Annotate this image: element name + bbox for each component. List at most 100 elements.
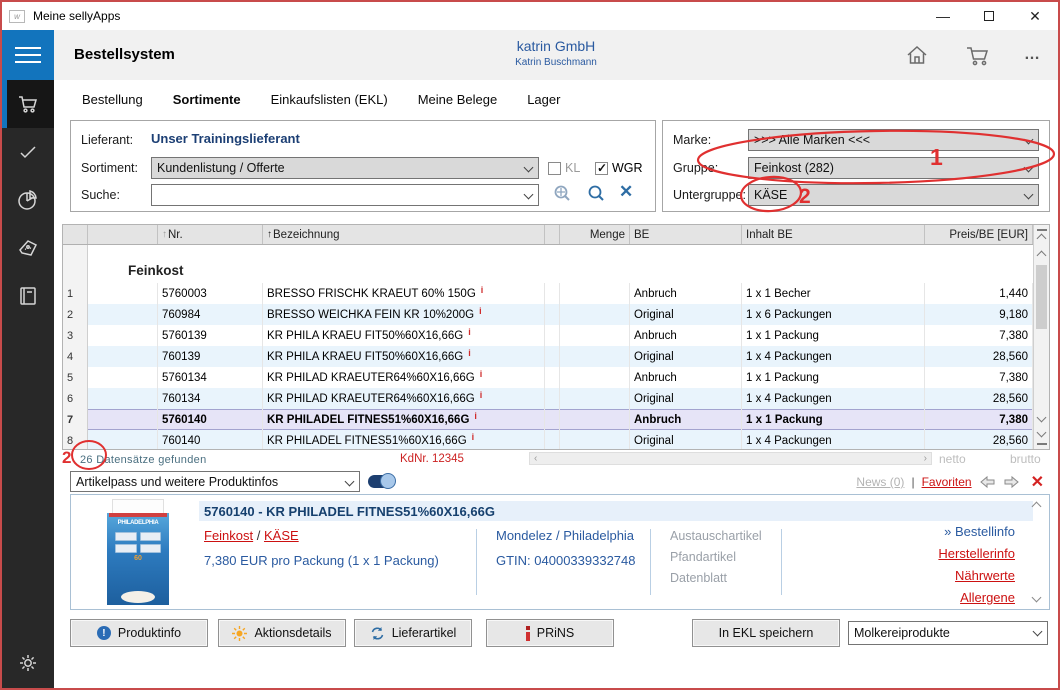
cell-preis[interactable]: 1,440 — [925, 283, 1033, 304]
aktionsdetails-button[interactable]: Aktionsdetails — [218, 619, 346, 647]
cell-preis[interactable]: 28,560 — [925, 430, 1033, 450]
kl-checkbox-box[interactable] — [548, 162, 561, 175]
cell-nr[interactable]: 5760003 — [158, 283, 263, 304]
cell-bezeichnung[interactable]: KR PHILADEL FITNES51%60X16,66Gi — [263, 430, 545, 450]
cell-be[interactable]: Anbruch — [630, 325, 742, 346]
tab-meine-belege[interactable]: Meine Belege — [418, 92, 498, 107]
marke-select[interactable]: >>> Alle Marken <<< — [748, 129, 1039, 151]
cell-bezeichnung[interactable]: KR PHILADEL FITNES51%60X16,66Gi — [263, 409, 545, 430]
tab-einkaufslisten-ekl-[interactable]: Einkaufslisten (EKL) — [271, 92, 388, 107]
scroll-up-icon[interactable] — [1037, 234, 1047, 244]
cell-index[interactable]: 6 — [63, 388, 88, 409]
scroll-down-icon[interactable] — [1037, 413, 1047, 423]
cell-inhalt[interactable]: 1 x 1 Packung — [742, 367, 925, 388]
detail-scroll-down-icon[interactable] — [1032, 593, 1042, 603]
group-link[interactable]: Feinkost — [204, 528, 253, 543]
cell-index[interactable]: 8 — [63, 430, 88, 450]
cell-status[interactable] — [88, 388, 158, 409]
cell-menge[interactable] — [560, 388, 630, 409]
cell-menge[interactable] — [560, 409, 630, 430]
detail-scroll-up-icon[interactable] — [1032, 502, 1042, 512]
cell-bezeichnung[interactable]: KR PHILA KRAEU FIT50%60X16,66Gi — [263, 325, 545, 346]
search-icon[interactable] — [585, 183, 607, 205]
brutto-toggle[interactable]: brutto — [1010, 452, 1041, 466]
cell-preis[interactable]: 7,380 — [925, 325, 1033, 346]
prins-button[interactable]: PRiNS — [486, 619, 614, 647]
cell-bezeichnung[interactable]: BRESSO FRISCHK KRAEUT 60% 150Gi — [263, 283, 545, 304]
cell-index[interactable]: 7 — [63, 409, 88, 430]
cell-spacer[interactable] — [545, 304, 560, 325]
table-row[interactable]: 6760134KR PHILAD KRAEUTER64%60X16,66GiOr… — [63, 388, 1033, 409]
kategorie-select[interactable]: Molkereiprodukte — [848, 621, 1048, 645]
news-link[interactable]: News (0) — [856, 475, 904, 489]
cell-inhalt[interactable]: 1 x 1 Packung — [742, 409, 925, 430]
cell-index[interactable]: 5 — [63, 367, 88, 388]
table-row[interactable]: 2760984BRESSO WEICHKA FEIN KR 10%200GiOr… — [63, 304, 1033, 325]
cell-be[interactable]: Original — [630, 430, 742, 450]
produktinfo-button[interactable]: ! Produktinfo — [70, 619, 208, 647]
cell-spacer[interactable] — [545, 283, 560, 304]
cell-status[interactable] — [88, 346, 158, 367]
basket-icon[interactable] — [962, 42, 992, 68]
scroll-up-icon[interactable] — [1037, 251, 1047, 261]
cell-index[interactable]: 4 — [63, 346, 88, 367]
column-be[interactable]: BE — [630, 225, 742, 244]
cell-be[interactable]: Anbruch — [630, 367, 742, 388]
scroll-to-top-icon[interactable] — [1037, 229, 1047, 231]
scroll-to-bottom-icon[interactable] — [1037, 443, 1047, 445]
cell-nr[interactable]: 760134 — [158, 388, 263, 409]
table-row[interactable]: 55760134KR PHILAD KRAEUTER64%60X16,66GiA… — [63, 367, 1033, 388]
scroll-left-icon[interactable]: ‹ — [534, 453, 537, 464]
table-row[interactable]: 4 760139KR PHILA KRAEU FIT50%60X16,66Gi Or… — [63, 346, 1033, 367]
cell-be[interactable]: Anbruch — [630, 283, 742, 304]
more-options-icon[interactable]: … — [1024, 46, 1042, 64]
cell-index[interactable]: 1 — [63, 283, 88, 304]
cell-nr[interactable]: 760984 — [158, 304, 263, 325]
subgroup-link[interactable]: KÄSE — [264, 528, 299, 543]
search-filter-icon[interactable] — [551, 183, 573, 205]
cell-menge[interactable] — [560, 283, 630, 304]
hamburger-menu-icon[interactable] — [2, 30, 54, 80]
tab-bestellung[interactable]: Bestellung — [82, 92, 143, 107]
cell-bezeichnung[interactable]: KR PHILA KRAEU FIT50%60X16,66Gi — [263, 346, 545, 367]
cell-be[interactable]: Anbruch — [630, 409, 742, 430]
cell-spacer[interactable] — [545, 367, 560, 388]
tab-sortimente[interactable]: Sortimente — [173, 92, 241, 107]
cell-be[interactable]: Original — [630, 346, 742, 367]
cell-inhalt[interactable]: 1 x 4 Packungen — [742, 346, 925, 367]
column-preis[interactable]: Preis/BE [EUR] — [925, 225, 1033, 244]
table-row[interactable]: 7 5760140KR PHILADEL FITNES51%60X16,66Gi A… — [63, 409, 1033, 430]
favoriten-link[interactable]: Favoriten — [922, 475, 972, 489]
cell-status[interactable] — [88, 367, 158, 388]
cell-nr[interactable]: 760139 — [158, 346, 263, 367]
sidebar-item-offers[interactable] — [2, 224, 54, 272]
cell-nr[interactable]: 5760140 — [158, 409, 263, 430]
cell-bezeichnung[interactable]: KR PHILAD KRAEUTER64%60X16,66Gi — [263, 367, 545, 388]
scrollbar-thumb[interactable] — [1036, 265, 1047, 329]
table-row[interactable]: 35760139KR PHILA KRAEU FIT50%60X16,66GiA… — [63, 325, 1033, 346]
cell-menge[interactable] — [560, 346, 630, 367]
column-bezeichnung[interactable]: ↑Bezeichnung — [263, 225, 545, 244]
netto-toggle[interactable]: netto — [939, 452, 966, 466]
kl-checkbox[interactable]: KL — [548, 161, 580, 175]
cell-bezeichnung[interactable]: KR PHILAD KRAEUTER64%60X16,66Gi — [263, 388, 545, 409]
sidebar-item-settings[interactable] — [2, 642, 54, 684]
cell-inhalt[interactable]: 1 x 1 Becher — [742, 283, 925, 304]
wgr-checkbox-box[interactable] — [595, 162, 608, 175]
cell-menge[interactable] — [560, 325, 630, 346]
cell-inhalt[interactable]: 1 x 4 Packungen — [742, 388, 925, 409]
clear-search-icon[interactable]: ✕ — [619, 182, 633, 202]
scroll-to-bottom-icon[interactable] — [1037, 428, 1047, 438]
prev-arrow-icon[interactable] — [979, 475, 996, 489]
allergene-link[interactable]: Allergene — [960, 590, 1015, 605]
nährwerte-link[interactable]: Nährwerte — [955, 568, 1015, 583]
cell-spacer[interactable] — [545, 409, 560, 430]
cell-inhalt[interactable]: 1 x 4 Packungen — [742, 430, 925, 450]
untergruppe-select[interactable]: KÄSE — [748, 184, 1039, 206]
scroll-right-icon[interactable]: › — [924, 453, 927, 464]
cell-menge[interactable] — [560, 304, 630, 325]
sidebar-item-reports[interactable] — [2, 176, 54, 224]
tab-lager[interactable]: Lager — [527, 92, 560, 107]
cell-inhalt[interactable]: 1 x 6 Packungen — [742, 304, 925, 325]
infopanel-toggle[interactable] — [368, 475, 395, 488]
